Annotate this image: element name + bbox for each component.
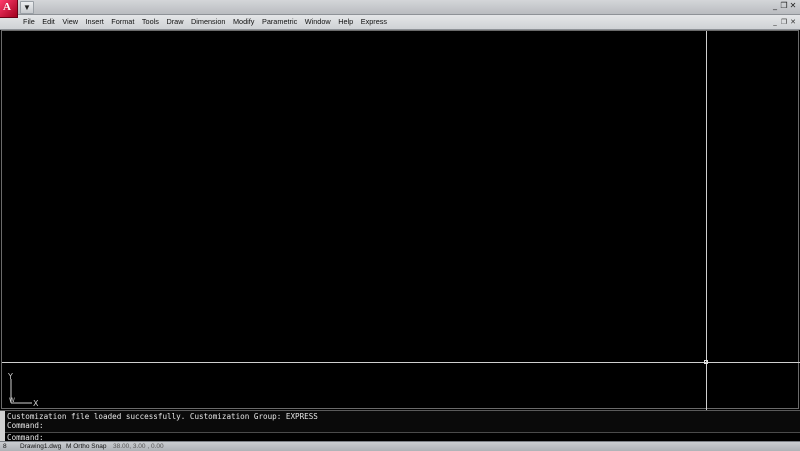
ucs-icon: Y W X bbox=[8, 373, 39, 407]
ucs-w-label: W bbox=[9, 397, 15, 404]
doc-restore-icon[interactable]: ❐ bbox=[780, 17, 788, 27]
restore-icon[interactable]: ❐ bbox=[780, 1, 788, 11]
menu-bar: File Edit View Insert Format Tools Draw … bbox=[0, 15, 800, 30]
menu-dimension[interactable]: Dimension bbox=[191, 15, 231, 29]
doc-close-icon[interactable]: ✕ bbox=[789, 17, 797, 27]
menu-format[interactable]: Format bbox=[111, 15, 140, 29]
crosshair-vertical bbox=[706, 31, 707, 410]
ucs-y-label: Y bbox=[8, 373, 13, 381]
menu-edit[interactable]: Edit bbox=[42, 15, 60, 29]
crosshair-pickbox bbox=[704, 360, 708, 364]
drawing-canvas[interactable]: Y W X bbox=[1, 30, 800, 410]
menu-file[interactable]: File bbox=[23, 15, 40, 29]
menu-insert[interactable]: Insert bbox=[86, 15, 110, 29]
autocad-logo-icon: A bbox=[3, 1, 11, 13]
close-icon[interactable]: ✕ bbox=[789, 1, 797, 11]
doc-minimize-icon[interactable]: _ bbox=[771, 17, 779, 27]
menu-modify[interactable]: Modify bbox=[233, 15, 260, 29]
app-menu-button[interactable]: A bbox=[0, 0, 18, 18]
command-window: Customization file loaded successfully. … bbox=[0, 410, 800, 443]
menu-window[interactable]: Window bbox=[305, 15, 336, 29]
title-bar: A ▼ _ ❐ ✕ bbox=[0, 0, 800, 18]
menu-parametric[interactable]: Parametric bbox=[262, 15, 303, 29]
crosshair-horizontal bbox=[2, 362, 800, 363]
command-history-prompt: Command: bbox=[7, 421, 44, 430]
command-history-line: Customization file loaded successfully. … bbox=[7, 412, 318, 421]
ucs-x-label: X bbox=[33, 399, 39, 407]
window-controls: _ ❐ ✕ bbox=[771, 1, 797, 11]
menu-help[interactable]: Help bbox=[338, 15, 359, 29]
menu-draw[interactable]: Draw bbox=[166, 15, 189, 29]
minimize-icon[interactable]: _ bbox=[771, 1, 779, 11]
menu-express[interactable]: Express bbox=[361, 15, 393, 29]
quick-access-dropdown-button[interactable]: ▼ bbox=[20, 1, 34, 14]
document-window-controls: _ ❐ ✕ bbox=[771, 17, 797, 27]
menu-tools[interactable]: Tools bbox=[142, 15, 165, 29]
menu-view[interactable]: View bbox=[62, 15, 83, 29]
